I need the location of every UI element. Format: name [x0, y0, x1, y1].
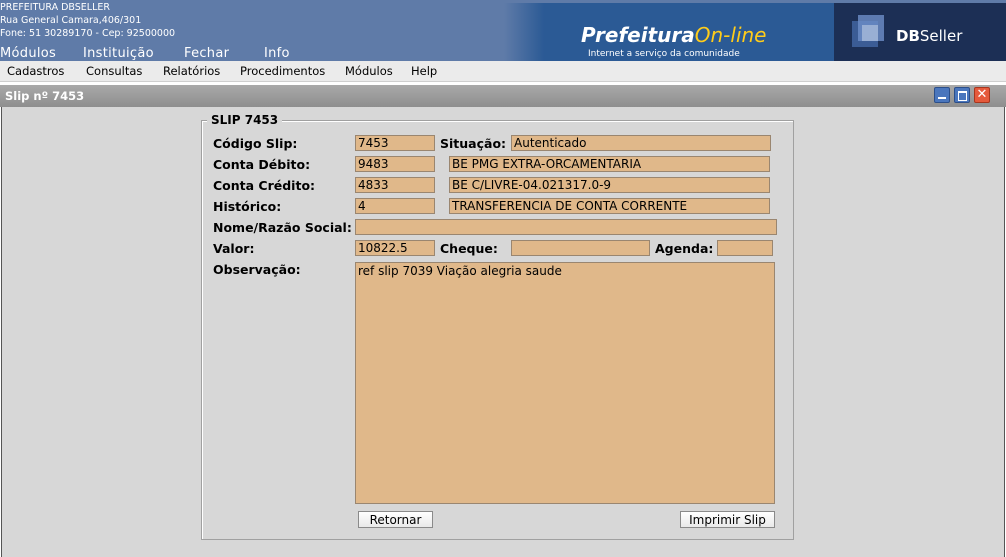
prefeitura-online-banner: PrefeituraOn-line Internet a serviço da …	[504, 3, 834, 61]
agenda-field[interactable]	[717, 240, 773, 256]
label-situacao: Situação:	[440, 136, 507, 151]
top-menu-fechar[interactable]: Fechar	[184, 46, 229, 61]
conta-debito-desc-field[interactable]: BE PMG EXTRA-ORCAMENTARIA	[449, 156, 770, 172]
retornar-button[interactable]: Retornar	[358, 511, 433, 528]
situacao-field[interactable]: Autenticado	[511, 135, 771, 151]
conta-credito-code-field[interactable]: 4833	[355, 177, 435, 193]
window-titlebar[interactable]: Slip nº 7453 ✕	[0, 85, 1006, 107]
fieldset-legend: SLIP 7453	[207, 113, 283, 127]
observacao-textarea[interactable]: ref slip 7039 Viação alegria saude	[355, 262, 775, 504]
org-phone: Fone: 51 30289170 - Cep: 92500000	[0, 28, 176, 39]
menu-procedimentos[interactable]: Procedimentos	[240, 64, 325, 78]
banner-title: PrefeituraOn-line	[581, 23, 767, 47]
top-menu-modulos[interactable]: Módulos	[0, 46, 56, 61]
dbseller-banner: DBSeller	[834, 3, 1006, 61]
dbseller-logo-icon	[852, 15, 884, 47]
maximize-icon[interactable]	[954, 87, 970, 103]
conta-credito-desc-field[interactable]: BE C/LIVRE-04.021317.0-9	[449, 177, 770, 193]
top-menu-info[interactable]: Info	[264, 46, 290, 61]
imprimir-slip-button[interactable]: Imprimir Slip	[680, 511, 775, 528]
historico-code-field[interactable]: 4	[355, 198, 435, 214]
close-icon[interactable]: ✕	[974, 87, 990, 103]
dbseller-wordmark: DBSeller	[896, 27, 963, 45]
minimize-icon[interactable]	[934, 87, 950, 103]
menu-modulos[interactable]: Módulos	[345, 64, 393, 78]
menu-cadastros[interactable]: Cadastros	[7, 64, 64, 78]
label-historico: Histórico:	[213, 199, 282, 214]
label-conta-credito: Conta Crédito:	[213, 178, 316, 193]
top-menu-instituicao[interactable]: Instituição	[83, 46, 154, 61]
label-observacao: Observação:	[213, 262, 301, 277]
conta-debito-code-field[interactable]: 9483	[355, 156, 435, 172]
app-header: PREFEITURA DBSELLER Rua General Camara,4…	[0, 0, 1006, 61]
org-address: Rua General Camara,406/301	[0, 15, 142, 26]
menu-consultas[interactable]: Consultas	[86, 64, 142, 78]
cheque-field[interactable]	[511, 240, 650, 256]
banner-subtitle: Internet a serviço da comunidade	[588, 49, 740, 59]
label-conta-debito: Conta Débito:	[213, 157, 311, 172]
org-name: PREFEITURA DBSELLER	[0, 2, 110, 13]
historico-desc-field[interactable]: TRANSFERENCIA DE CONTA CORRENTE	[449, 198, 770, 214]
menu-help[interactable]: Help	[411, 64, 437, 78]
menu-relatorios[interactable]: Relatórios	[163, 64, 220, 78]
label-cheque: Cheque:	[440, 241, 498, 256]
label-agenda: Agenda:	[655, 241, 714, 256]
nome-razao-field[interactable]	[355, 219, 777, 235]
valor-field[interactable]: 10822.5	[355, 240, 435, 256]
menubar: Cadastros Consultas Relatórios Procedime…	[0, 61, 1006, 82]
label-valor: Valor:	[213, 241, 255, 256]
codigo-slip-field[interactable]: 7453	[355, 135, 435, 151]
window-title: Slip nº 7453	[5, 89, 85, 103]
label-nome-razao: Nome/Razão Social:	[213, 220, 352, 235]
label-codigo-slip: Código Slip:	[213, 136, 298, 151]
